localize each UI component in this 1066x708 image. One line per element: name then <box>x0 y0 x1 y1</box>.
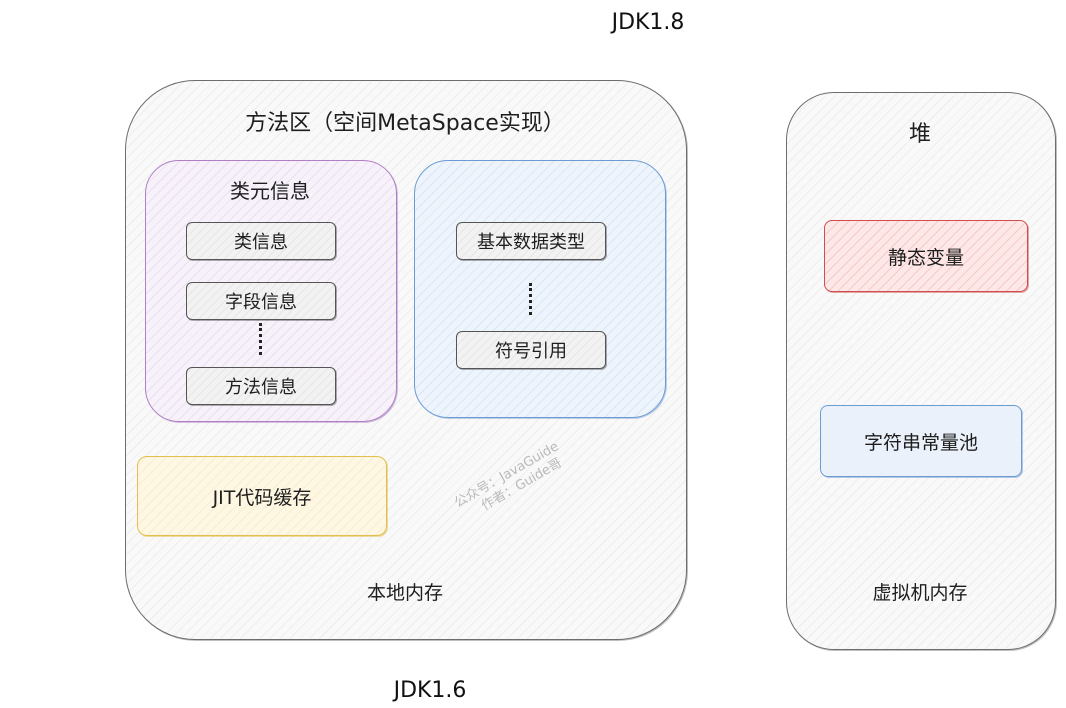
ellipsis-dots <box>259 323 266 355</box>
heap-box <box>786 92 1056 650</box>
jdk18-label: JDK1.8 <box>611 9 685 35</box>
class-meta-title: 类元信息 <box>230 178 310 203</box>
vm-memory-label: 虚拟机内存 <box>872 581 968 604</box>
field-info-item: 字段信息 <box>186 282 336 320</box>
runtime-constant-box <box>414 160 666 418</box>
ellipsis-dots <box>529 283 536 315</box>
method-area-title: 方法区（空间MetaSpace实现） <box>245 111 565 136</box>
static-variable-box: 静态变量 <box>824 220 1028 292</box>
method-info-item: 方法信息 <box>186 367 336 405</box>
primitive-type-item: 基本数据类型 <box>456 222 606 260</box>
symbol-reference-item: 符号引用 <box>456 331 606 369</box>
jdk16-label: JDK1.6 <box>393 677 467 703</box>
class-info-item: 类信息 <box>186 222 336 260</box>
heap-title: 堆 <box>908 122 931 147</box>
jit-cache-box: JIT代码缓存 <box>137 456 387 536</box>
string-pool-box: 字符串常量池 <box>820 405 1022 477</box>
native-memory-label: 本地内存 <box>366 581 443 604</box>
